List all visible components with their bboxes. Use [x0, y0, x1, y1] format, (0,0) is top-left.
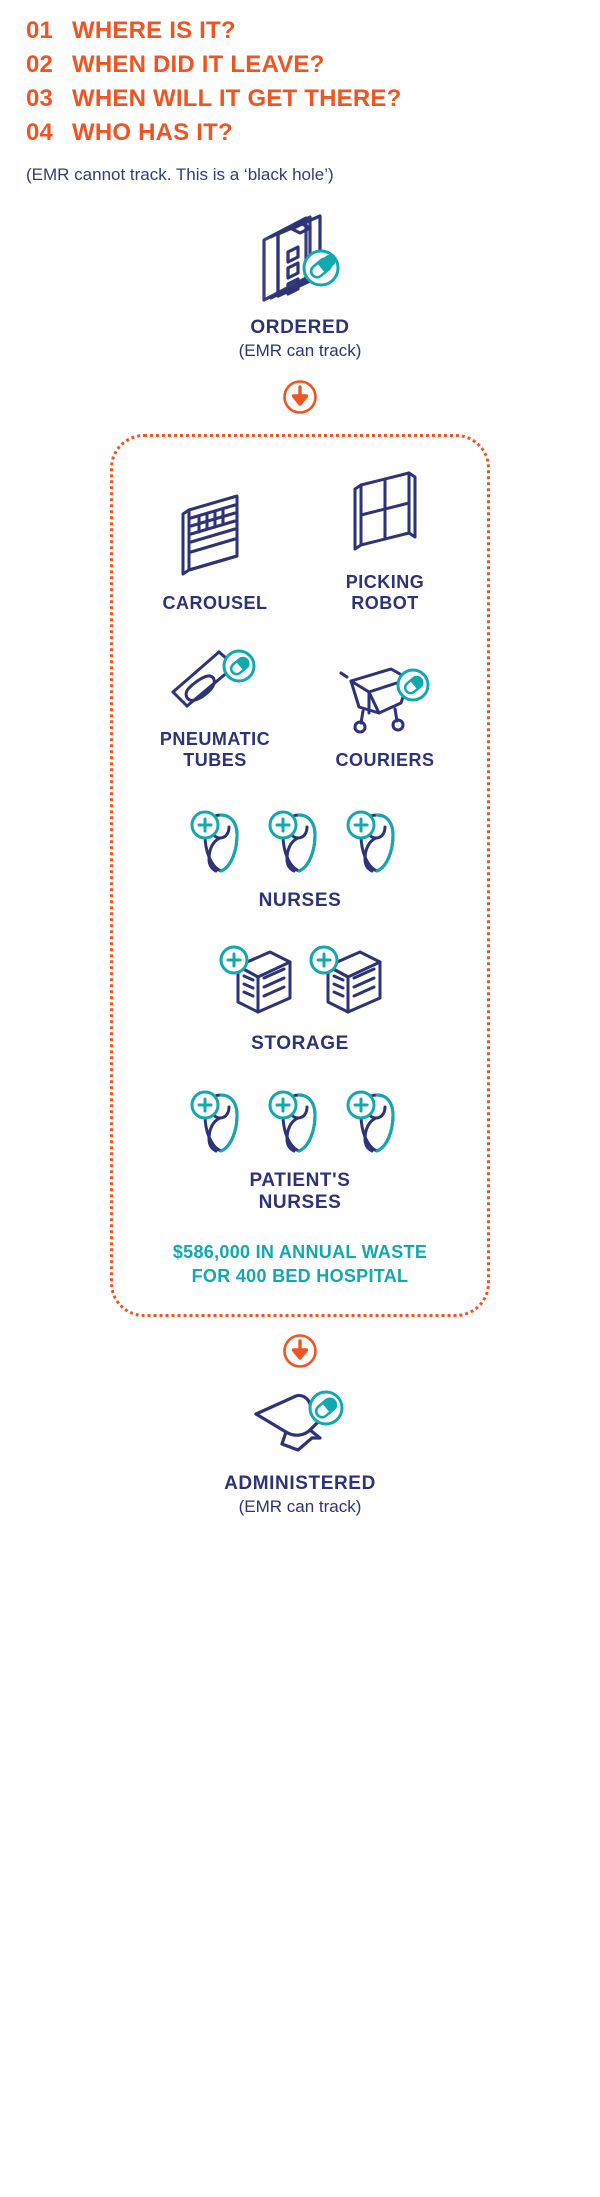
nurse-icon — [341, 801, 415, 880]
question-number: 02 — [26, 51, 54, 78]
question-row: 03 WHEN WILL IT GET THERE? — [26, 82, 600, 116]
question-number: 04 — [26, 119, 54, 146]
item-couriers: COURIERS — [300, 661, 470, 771]
item-label-line1: PNEUMATIC — [159, 729, 271, 749]
question-number: 01 — [26, 17, 54, 44]
group-label: STORAGE — [251, 1033, 349, 1054]
blackhole-container: CAROUSEL PICKING ROBOT PNEUMATIC TUBES C… — [110, 434, 490, 1317]
hand-pill-icon — [0, 1388, 600, 1465]
item-label: CAROUSEL — [162, 593, 268, 613]
question-text: WHEN WILL IT GET THERE? — [72, 85, 402, 112]
courier-cart-icon — [335, 667, 435, 739]
group-nurses: NURSES — [113, 801, 487, 912]
nurse-icon — [263, 1081, 337, 1160]
stage-administered: ADMINISTERED (EMR can track) — [0, 1388, 600, 1517]
item-picking-robot: PICKING ROBOT — [300, 471, 470, 614]
group-label: PATIENT'S NURSES — [113, 1170, 487, 1214]
question-text: WHO HAS IT? — [72, 119, 233, 146]
stage-title: ORDERED — [250, 317, 350, 338]
waste-statistic: $586,000 IN ANNUAL WASTE FOR 400 BED HOS… — [113, 1240, 487, 1288]
item-label: PICKING ROBOT — [300, 572, 470, 614]
question-text: WHERE IS IT? — [72, 17, 236, 44]
emr-blackhole-note: (EMR cannot track. This is a ‘black hole… — [26, 165, 334, 184]
flow-arrow-bottom — [0, 1333, 600, 1374]
nurse-icon — [185, 1081, 259, 1160]
flow-arrow-top — [0, 379, 600, 420]
waste-line2: FOR 400 BED HOSPITAL — [191, 1266, 409, 1286]
stage-subtitle: (EMR can track) — [238, 1497, 362, 1516]
pneumatic-tube-icon — [165, 649, 265, 718]
stage-ordered: ORDERED (EMR can track) — [0, 212, 600, 361]
carousel-icon — [169, 494, 261, 582]
storage-cabinet-icon — [212, 938, 298, 1023]
row-tubes-couriers: PNEUMATIC TUBES COURIERS — [113, 640, 487, 771]
infographic-page: 01 WHERE IS IT? 02 WHEN DID IT LEAVE? 03… — [0, 0, 600, 2197]
down-arrow-circle-icon — [282, 380, 318, 419]
item-carousel: CAROUSEL — [130, 492, 300, 614]
nurse-icon — [263, 801, 337, 880]
stage-title: ADMINISTERED — [224, 1473, 376, 1494]
group-label-line2: NURSES — [258, 1192, 342, 1213]
clipboard-pill-icon — [0, 212, 600, 309]
picking-robot-icon — [339, 471, 431, 561]
item-pneumatic-tubes: PNEUMATIC TUBES — [130, 640, 300, 771]
row-carousel-robot: CAROUSEL PICKING ROBOT — [113, 471, 487, 614]
item-label: PNEUMATIC TUBES — [130, 729, 300, 771]
group-label: NURSES — [258, 890, 342, 911]
item-label-line1: COURIERS — [335, 750, 435, 770]
nurse-icon — [341, 1081, 415, 1160]
nurse-icon — [185, 801, 259, 880]
nurses-icon-group — [113, 801, 487, 880]
item-label-line2: TUBES — [183, 750, 247, 770]
group-storage: STORAGE — [113, 938, 487, 1055]
question-row: 04 WHO HAS IT? — [26, 116, 600, 150]
question-row: 02 WHEN DID IT LEAVE? — [26, 48, 600, 82]
storage-icon-group — [113, 938, 487, 1023]
waste-line1: $586,000 IN ANNUAL WASTE — [172, 1242, 428, 1262]
group-patients-nurses: PATIENT'S NURSES — [113, 1081, 487, 1214]
group-label-line1: PATIENT'S — [249, 1170, 351, 1191]
stage-subtitle: (EMR can track) — [238, 341, 362, 360]
item-label-line2: ROBOT — [351, 593, 419, 613]
storage-cabinet-icon — [302, 938, 388, 1023]
question-text: WHEN DID IT LEAVE? — [72, 51, 325, 78]
item-label-line1: PICKING — [345, 572, 425, 592]
down-arrow-circle-icon — [282, 1334, 318, 1373]
patients-nurses-icon-group — [113, 1081, 487, 1160]
item-label: COURIERS — [300, 750, 470, 771]
question-number: 03 — [26, 85, 54, 112]
question-row: 01 WHERE IS IT? — [26, 14, 600, 48]
questions-list: 01 WHERE IS IT? 02 WHEN DID IT LEAVE? 03… — [0, 0, 600, 150]
